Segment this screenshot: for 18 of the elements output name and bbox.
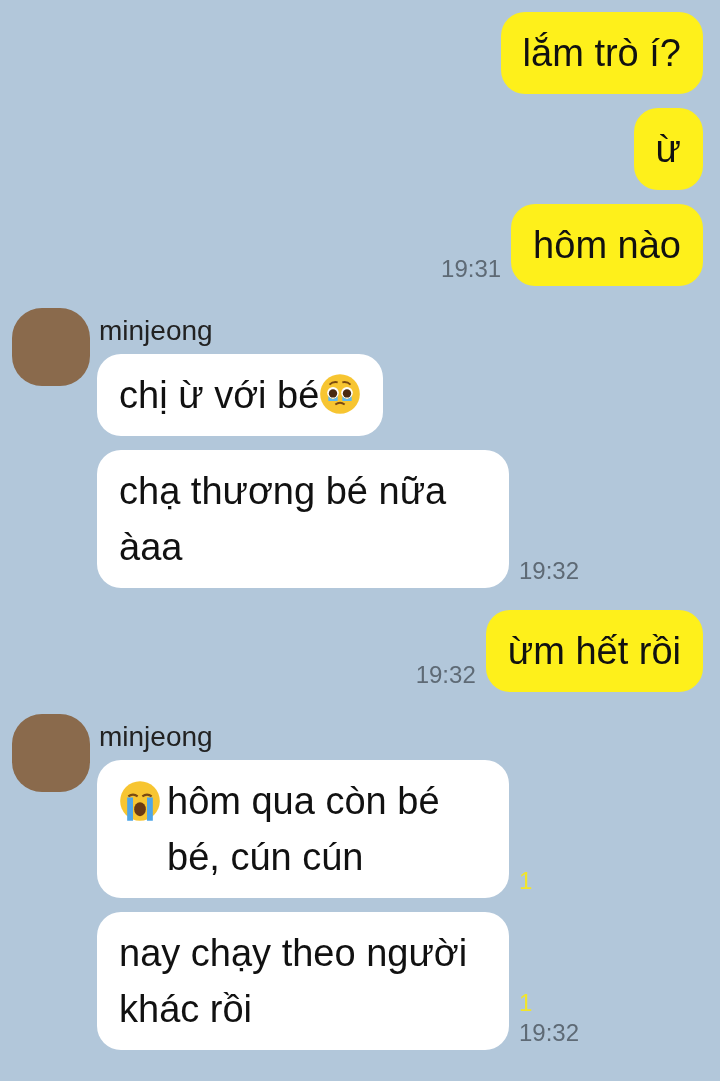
message-text: chị ừ với bé bbox=[119, 374, 320, 416]
message-text: hôm qua còn bé bé, cún cún bbox=[167, 779, 441, 880]
unread-count: 1 bbox=[519, 866, 533, 896]
unread-count: 1 bbox=[519, 988, 533, 1018]
message-time: 19:31 bbox=[441, 254, 502, 284]
message-text: nay chạy theo người khác rồi bbox=[119, 932, 468, 1030]
pleading-face-icon bbox=[319, 373, 362, 415]
message-time: 19:32 bbox=[519, 1018, 580, 1048]
sender-name: minjeong bbox=[99, 722, 214, 752]
message-time: 19:32 bbox=[415, 660, 476, 690]
message-text: lắm trò í? bbox=[522, 32, 681, 74]
message-text: ừm hết rồi bbox=[507, 630, 681, 672]
message-text: hôm nào bbox=[533, 224, 681, 266]
message-time: 19:32 bbox=[519, 556, 580, 586]
crying-face-icon bbox=[119, 780, 161, 822]
message-text: ừ bbox=[655, 128, 681, 170]
sender-name: minjeong bbox=[99, 316, 214, 346]
message-text: chạ thương bé nữa àaa bbox=[119, 470, 447, 568]
